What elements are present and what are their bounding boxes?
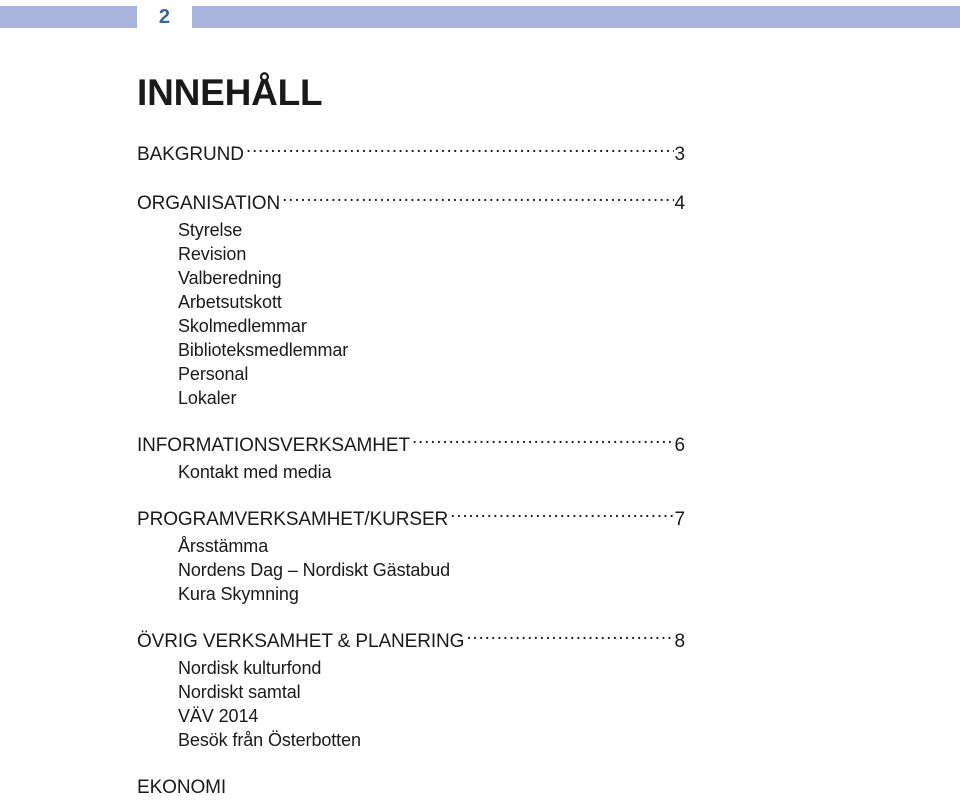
toc-subitem[interactable]: Biblioteksmedlemmar: [137, 338, 685, 362]
toc-section: BAKGRUND 3: [137, 141, 685, 168]
header-band-right-segment: [192, 6, 960, 28]
toc-entry-label: ORGANISATION: [137, 193, 281, 214]
toc-entry[interactable]: INFORMATIONSVERKSAMHET 6: [137, 432, 685, 459]
toc-entry-label: ÖVRIG VERKSAMHET & PLANERING: [137, 631, 465, 652]
header-band-left-segment: [0, 6, 137, 28]
page-header-band: 2: [0, 6, 960, 28]
toc-subitem-list: Kontakt med media: [137, 460, 685, 484]
toc-subitem[interactable]: Besök från Österbotten: [137, 728, 685, 752]
page-number: 2: [158, 6, 171, 28]
toc-section: ORGANISATION 4 StyrelseRevisionValberednin…: [137, 190, 685, 410]
toc-subitem[interactable]: VÄV 2014: [137, 704, 685, 728]
toc-entry-page-number: 6: [674, 435, 686, 456]
toc-entry-label: BAKGRUND: [137, 144, 244, 165]
toc-dot-leader: [412, 432, 674, 451]
toc-dot-leader: [466, 628, 673, 647]
table-of-contents: BAKGRUND 3 ORGANISATION 4 StyrelseRevisionVa…: [137, 141, 685, 801]
header-band-gap: 2: [137, 6, 192, 28]
toc-subitem[interactable]: Kura Skymning: [137, 582, 685, 606]
toc-subitem[interactable]: Personal: [137, 362, 685, 386]
toc-entry[interactable]: PROGRAMVERKSAMHET/KURSER 7: [137, 506, 685, 533]
toc-section: ÖVRIG VERKSAMHET & PLANERING 8 Nordisk kul…: [137, 628, 685, 752]
toc-entry-page-number: 3: [674, 144, 686, 165]
toc-subitem[interactable]: Valberedning: [137, 266, 685, 290]
toc-dot-leader: [228, 774, 684, 793]
toc-section: PROGRAMVERKSAMHET/KURSER 7 ÅrsstämmaNorden…: [137, 506, 685, 606]
toc-entry-page-number: 8: [674, 631, 686, 652]
toc-subitem[interactable]: Kontakt med media: [137, 460, 685, 484]
toc-entry[interactable]: BAKGRUND 3: [137, 141, 685, 168]
toc-subitem[interactable]: Nordisk kulturfond: [137, 656, 685, 680]
toc-subitem[interactable]: Årsstämma: [137, 534, 685, 558]
toc-subitem[interactable]: Arbetsutskott: [137, 290, 685, 314]
toc-subitem-list: Årsstämma Nordens Dag – Nordiskt Gästabud…: [137, 534, 685, 606]
toc-entry-page-number: 7: [674, 509, 686, 530]
toc-dot-leader: [282, 190, 673, 209]
toc-entry[interactable]: ÖVRIG VERKSAMHET & PLANERING 8: [137, 628, 685, 655]
page-title: INNEHÅLL: [137, 72, 323, 113]
toc-dot-leader: [450, 506, 673, 525]
toc-subitem-list: Nordisk kulturfond Nordiskt samtal VÄV 201…: [137, 656, 685, 752]
toc-entry[interactable]: EKONOMI: [137, 774, 685, 801]
toc-entry[interactable]: ORGANISATION 4: [137, 190, 685, 217]
toc-section: EKONOMI: [137, 774, 685, 801]
toc-subitem-list: Styrelse Revision Valberedning Arbetsutskot…: [137, 218, 685, 410]
toc-subitem[interactable]: Styrelse: [137, 218, 685, 242]
toc-subitem[interactable]: Revision: [137, 242, 685, 266]
toc-dot-leader: [246, 141, 674, 160]
toc-subitem[interactable]: Skolmedlemmar: [137, 314, 685, 338]
toc-subitem[interactable]: Lokaler: [137, 386, 685, 410]
toc-entry-label: PROGRAMVERKSAMHET/KURSER: [137, 509, 449, 530]
toc-section: INFORMATIONSVERKSAMHET 6 Kontakt med media: [137, 432, 685, 484]
toc-entry-page-number: 4: [674, 193, 686, 214]
toc-subitem[interactable]: Nordens Dag – Nordiskt Gästabud: [137, 558, 685, 582]
toc-entry-label: EKONOMI: [137, 777, 227, 798]
toc-entry-label: INFORMATIONSVERKSAMHET: [137, 435, 410, 456]
toc-subitem[interactable]: Nordiskt samtal: [137, 680, 685, 704]
